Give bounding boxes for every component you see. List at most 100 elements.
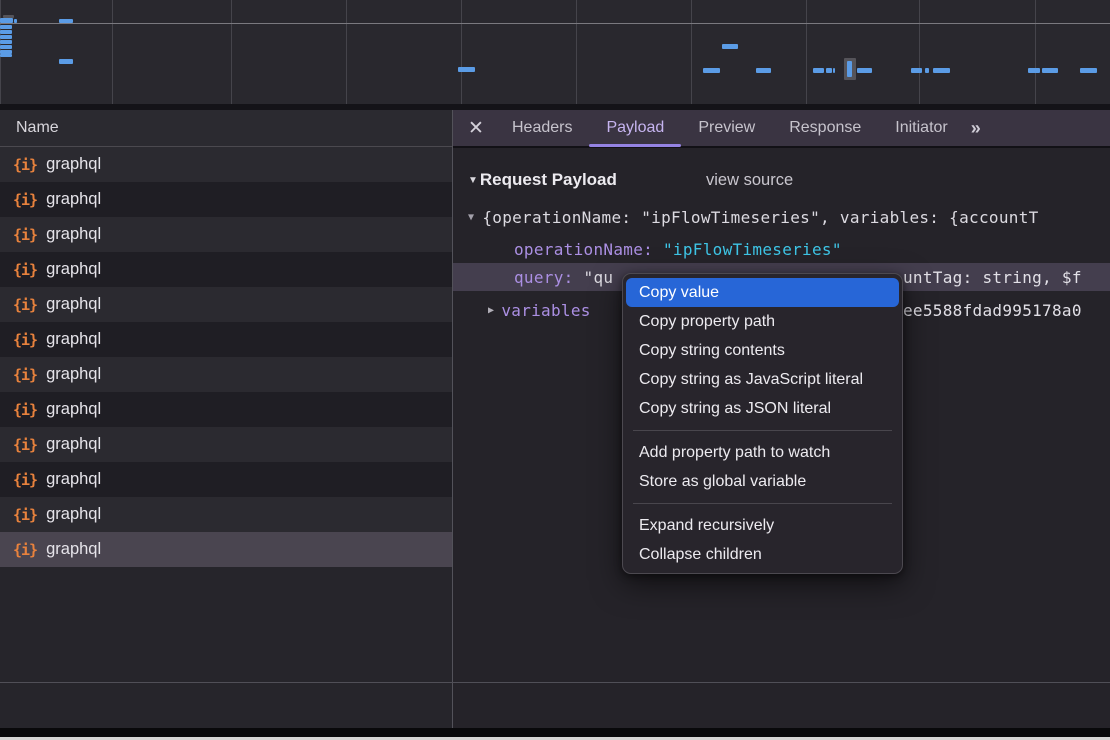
request-row[interactable]: {i} graphql	[0, 532, 453, 567]
request-name: graphql	[46, 400, 101, 419]
waterfall-bar	[1042, 68, 1058, 73]
request-row[interactable]: {i} graphql	[0, 182, 453, 217]
overview-gridline	[691, 0, 692, 104]
tab-headers[interactable]: Headers	[495, 110, 589, 147]
tab-response[interactable]: Response	[772, 110, 878, 147]
details-tabbar: ✕ HeadersPayloadPreviewResponseInitiator…	[453, 110, 1110, 148]
tab-payload[interactable]: Payload	[589, 110, 681, 147]
menu-item-copy-string-as-javascript-literal[interactable]: Copy string as JavaScript literal	[623, 365, 902, 394]
operation-name-row[interactable]: operationName: "ipFlowTimeseries"	[514, 236, 1110, 262]
fetch-icon: {i}	[13, 261, 37, 279]
request-name: graphql	[46, 435, 101, 454]
fetch-icon: {i}	[13, 331, 37, 349]
menu-item-collapse-children[interactable]: Collapse children	[623, 540, 902, 569]
request-row[interactable]: {i} graphql	[0, 217, 453, 252]
waterfall-bar	[0, 35, 12, 39]
expand-icon[interactable]: ▼	[468, 212, 474, 223]
waterfall-bar	[458, 67, 475, 72]
overview-gridline	[1035, 0, 1036, 104]
fetch-icon: {i}	[13, 541, 37, 559]
overview-gridline	[112, 0, 113, 104]
close-icon[interactable]: ✕	[457, 117, 495, 140]
section-collapse-icon[interactable]: ▼	[468, 175, 478, 186]
menu-separator	[633, 430, 892, 431]
waterfall-bar	[833, 68, 835, 73]
waterfall-bar	[59, 59, 73, 64]
variables-value-right: ee5588fdad995178a0	[903, 297, 1110, 323]
requests-panel: Name {i} graphql {i} graphql {i} graphql…	[0, 110, 453, 728]
request-rows: {i} graphql {i} graphql {i} graphql {i} …	[0, 147, 453, 567]
request-name: graphql	[46, 365, 101, 384]
menu-item-copy-value[interactable]: Copy value	[626, 278, 899, 307]
tab-initiator[interactable]: Initiator	[878, 110, 964, 147]
request-payload-section[interactable]: ▼ Request Payload	[453, 166, 617, 194]
waterfall-bar	[925, 68, 929, 73]
network-overview[interactable]	[0, 0, 1110, 104]
overview-gridline	[461, 0, 462, 104]
property-key: variables	[501, 301, 590, 320]
window-bottom-bar	[0, 728, 1110, 737]
waterfall-bar	[14, 19, 17, 23]
property-key: query:	[514, 268, 584, 287]
request-name: graphql	[46, 330, 101, 349]
waterfall-bar	[703, 68, 720, 73]
fetch-icon: {i}	[13, 506, 37, 524]
request-name: graphql	[46, 505, 101, 524]
tab-preview[interactable]: Preview	[681, 110, 772, 147]
request-name: graphql	[46, 260, 101, 279]
menu-item-copy-string-as-json-literal[interactable]: Copy string as JSON literal	[623, 394, 902, 423]
waterfall-bar	[59, 19, 73, 23]
menu-item-add-property-path-to-watch[interactable]: Add property path to watch	[623, 438, 902, 467]
waterfall-bar	[911, 68, 922, 73]
waterfall-bar	[756, 68, 771, 73]
request-name: graphql	[46, 190, 101, 209]
fetch-icon: {i}	[13, 156, 37, 174]
menu-item-copy-property-path[interactable]: Copy property path	[623, 307, 902, 336]
fetch-icon: {i}	[13, 471, 37, 489]
payload-root-row[interactable]: ▼ {operationName: "ipFlowTimeseries", va…	[468, 204, 1110, 230]
request-row[interactable]: {i} graphql	[0, 147, 453, 182]
request-row[interactable]: {i} graphql	[0, 287, 453, 322]
request-row[interactable]: {i} graphql	[0, 462, 453, 497]
more-tabs-icon[interactable]: »	[971, 118, 979, 139]
fetch-icon: {i}	[13, 436, 37, 454]
waterfall-bar	[0, 30, 12, 34]
status-bar-divider	[0, 682, 1110, 683]
overview-gridline	[231, 0, 232, 104]
menu-item-expand-recursively[interactable]: Expand recursively	[623, 511, 902, 540]
waterfall-bar	[1028, 68, 1040, 73]
overview-hline	[0, 23, 1110, 24]
waterfall-bar	[0, 45, 12, 49]
view-source-link[interactable]: view source	[706, 166, 793, 194]
overview-gridline	[346, 0, 347, 104]
property-value-right: untTag: string, $f	[903, 264, 1110, 290]
menu-item-copy-string-contents[interactable]: Copy string contents	[623, 336, 902, 365]
request-name: graphql	[46, 295, 101, 314]
property-value-left: "qu	[584, 268, 614, 287]
section-title: Request Payload	[480, 170, 617, 190]
fetch-icon: {i}	[13, 401, 37, 419]
request-row[interactable]: {i} graphql	[0, 322, 453, 357]
waterfall-bar	[1080, 68, 1097, 73]
devtools-window: Name {i} graphql {i} graphql {i} graphql…	[0, 0, 1110, 740]
menu-item-store-as-global-variable[interactable]: Store as global variable	[623, 467, 902, 496]
waterfall-bar	[813, 68, 824, 73]
request-row[interactable]: {i} graphql	[0, 497, 453, 532]
menu-separator	[633, 503, 892, 504]
overview-gridline	[806, 0, 807, 104]
expand-icon[interactable]: ▶	[488, 305, 494, 316]
waterfall-bar	[0, 25, 12, 29]
request-row[interactable]: {i} graphql	[0, 392, 453, 427]
waterfall-bar	[933, 68, 950, 73]
request-row[interactable]: {i} graphql	[0, 427, 453, 462]
request-name: graphql	[46, 470, 101, 489]
request-row[interactable]: {i} graphql	[0, 252, 453, 287]
name-column-header[interactable]: Name	[0, 110, 453, 147]
request-row[interactable]: {i} graphql	[0, 357, 453, 392]
property-key: operationName:	[514, 240, 663, 259]
waterfall-bar	[0, 54, 12, 57]
fetch-icon: {i}	[13, 296, 37, 314]
waterfall-bar	[0, 40, 12, 44]
request-name: graphql	[46, 540, 101, 559]
waterfall-bar	[857, 68, 872, 73]
